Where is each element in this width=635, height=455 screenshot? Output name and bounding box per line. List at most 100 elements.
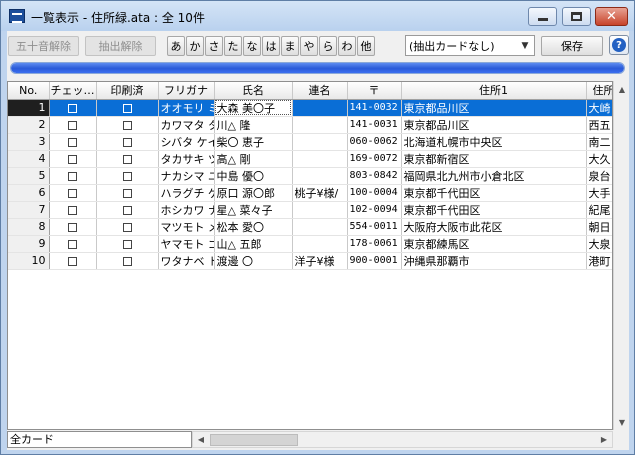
name-cell: 原口 源〇郎 [214,184,293,202]
check-checkbox[interactable] [68,239,77,249]
scroll-left-icon[interactable]: ◀ [193,432,209,447]
printed-cell [96,235,159,253]
table-row[interactable]: 8 マツモト メ松本 愛〇 554-0011 大阪府大阪市此花区 朝日 [8,218,612,236]
renmei-cell: 桃子¥様/ [292,184,348,202]
scroll-up-icon[interactable]: ▲ [614,81,630,97]
renmei-cell [292,116,348,134]
check-checkbox[interactable] [68,137,77,147]
printed-checkbox[interactable] [122,154,132,164]
zip-cell: 060-0062 [347,133,402,151]
column-header-3[interactable]: フリガナ [158,82,215,100]
progress-fill [11,63,624,73]
table-row[interactable]: 4 タカサキ ツ高△ 剛 169-0072 東京都新宿区 大久 [8,150,612,168]
renmei-cell [292,133,348,151]
app-list-icon [9,9,25,23]
window-title: 一覧表示 - 住所緑.ata : 全 10件 [31,11,205,25]
printed-checkbox[interactable] [122,171,132,181]
help-button[interactable]: ? [609,35,629,55]
table-row[interactable]: 5 ナカシマ ユ中島 優〇 803-0842 福岡県北九州市小倉北区 泉台 [8,167,612,185]
kana-button-8[interactable]: ら [319,36,337,56]
extract-filter-select[interactable]: (抽出カードなし) ▼ [405,35,535,56]
close-icon: ✕ [606,9,617,24]
renmei-cell [292,218,348,236]
kana-button-0[interactable]: あ [167,36,185,56]
column-header-2[interactable]: 印刷済 [96,82,159,100]
address1-cell: 大阪府大阪市此花区 [401,218,587,236]
column-header-7[interactable]: 住所1 [401,82,587,100]
printed-checkbox[interactable] [122,256,132,266]
table-row[interactable]: 7 ホシカワ ナ星△ 菜々子 102-0094 東京都千代田区 紀尾 [8,201,612,219]
extract-clear-button[interactable]: 抽出解除 [85,36,156,56]
check-checkbox[interactable] [68,103,77,113]
check-cell [49,167,97,185]
address2-cell: 朝日 [586,218,612,236]
check-checkbox[interactable] [68,222,77,232]
renmei-cell [292,235,348,253]
kana-button-2[interactable]: さ [205,36,223,56]
table-row[interactable]: 10 ワタナベ ト渡邊 〇洋子¥様 900-0001 沖縄県那覇市 港町 [8,252,612,270]
check-checkbox[interactable] [68,120,77,130]
check-checkbox[interactable] [68,154,77,164]
close-button[interactable]: ✕ [595,7,628,26]
name-cell: 松本 愛〇 [214,218,293,236]
chevron-down-icon: ▼ [521,40,529,51]
column-header-1[interactable]: チェッ… [49,82,97,100]
furigana-cell: タカサキ ツ [158,150,215,168]
save-button[interactable]: 保存 [541,36,603,56]
check-checkbox[interactable] [68,171,77,181]
table-row[interactable]: 3 シバタ ケイ 柴〇 恵子 060-0062 北海道札幌市中央区 南二 [8,133,612,151]
address2-cell: 大久 [586,150,612,168]
maximize-button[interactable] [562,7,591,26]
check-checkbox[interactable] [68,256,77,266]
scroll-down-icon[interactable]: ▼ [614,414,630,430]
gojuon-clear-button[interactable]: 五十音解除 [8,36,79,56]
check-checkbox[interactable] [68,205,77,215]
table-row[interactable]: 6 ハラグチ ゲ原口 源〇郎 桃子¥様/100-0004 東京都千代田区 大手 [8,184,612,202]
zip-cell: 900-0001 [347,252,402,270]
scroll-right-icon[interactable]: ▶ [596,432,612,447]
column-header-5[interactable]: 連名 [292,82,348,100]
row-number: 4 [8,150,50,168]
column-header-0[interactable]: No. [8,82,50,100]
kana-button-5[interactable]: は [262,36,280,56]
minimize-button[interactable] [528,7,557,26]
kana-button-4[interactable]: な [243,36,261,56]
furigana-cell: マツモト メ [158,218,215,236]
vertical-scrollbar[interactable]: ▲ ▼ [613,81,629,430]
column-header-8[interactable]: 住所2 [586,82,612,100]
printed-checkbox[interactable] [122,239,132,249]
check-checkbox[interactable] [68,188,77,198]
furigana-cell: オオモリ ミ [158,99,215,117]
address1-cell: 沖縄県那覇市 [401,252,587,270]
column-header-4[interactable]: 氏名 [214,82,293,100]
address2-cell: 大泉 [586,235,612,253]
column-header-6[interactable]: 〒 [347,82,402,100]
printed-checkbox[interactable] [122,188,132,198]
furigana-cell: カワマタ タ [158,116,215,134]
horizontal-scroll-thumb[interactable] [210,434,298,446]
table-row[interactable]: 1 オオモリ ミ大森 美〇子 141-0032 東京都品川区 大崎 [8,99,612,117]
printed-checkbox[interactable] [122,137,132,147]
table-row[interactable]: 2 カワマタ タ川△ 隆 141-0031 東京都品川区 西五 [8,116,612,134]
printed-checkbox[interactable] [122,120,132,130]
kana-button-7[interactable]: や [300,36,318,56]
horizontal-scrollbar[interactable]: ◀ ▶ [192,431,613,448]
table-row[interactable]: 9 ヤマモト ゴ山△ 五郎 178-0061 東京都練馬区 大泉 [8,235,612,253]
zip-cell: 141-0031 [347,116,402,134]
extract-filter-value: (抽出カードなし) [409,39,495,53]
address1-cell: 東京都練馬区 [401,235,587,253]
kana-button-1[interactable]: か [186,36,204,56]
furigana-cell: シバタ ケイ [158,133,215,151]
printed-checkbox[interactable] [122,103,132,113]
zip-cell: 100-0004 [347,184,402,202]
maximize-icon [571,12,582,21]
kana-button-3[interactable]: た [224,36,242,56]
kana-button-9[interactable]: わ [338,36,356,56]
kana-button-6[interactable]: ま [281,36,299,56]
printed-checkbox[interactable] [122,222,132,232]
row-number: 1 [8,99,50,117]
printed-cell [96,116,159,134]
row-number: 7 [8,201,50,219]
kana-button-10[interactable]: 他 [357,36,375,56]
printed-checkbox[interactable] [122,205,132,215]
